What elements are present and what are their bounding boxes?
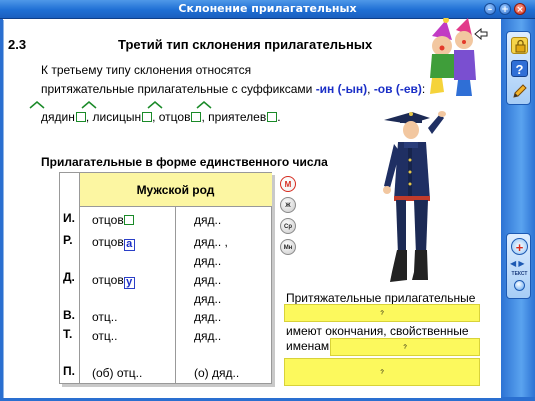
- answer-box-2[interactable]: ?: [330, 338, 480, 356]
- comma: ,: [201, 110, 205, 124]
- ending-box: [142, 112, 153, 122]
- word-stem: отцов: [92, 213, 124, 227]
- table-cell: дяд.. ,: [194, 235, 228, 249]
- page-title: Третий тип склонения прилагательных: [118, 37, 373, 52]
- nav-arrows-icon[interactable]: ◀ ▶: [510, 259, 525, 268]
- text-mode-button[interactable]: [514, 280, 525, 291]
- table-cell: дяд..: [194, 254, 222, 268]
- comma: ,: [152, 110, 156, 124]
- table-cell: дяд..: [194, 273, 222, 287]
- comma: ,: [85, 110, 90, 124]
- gender-button-neuter[interactable]: Ср: [280, 218, 296, 234]
- title-bar: Склонение прилагательных – + ×: [0, 0, 535, 19]
- window-title: Склонение прилагательных: [178, 2, 357, 15]
- gender-button-masculine[interactable]: М: [280, 176, 296, 192]
- ending-box: [267, 112, 278, 122]
- tool-panel-bottom: + ◀ ▶ ТЕКСТ: [506, 233, 531, 299]
- table-cell: отц..: [92, 310, 118, 324]
- right-panel-line-2: имеют окончания, свойственные: [286, 324, 469, 338]
- lock-icon[interactable]: [511, 37, 528, 54]
- example-word: дядин: [29, 101, 75, 124]
- table-cell: дяд..: [194, 292, 222, 306]
- right-toolbar: ? + ◀ ▶ ТЕКСТ: [501, 19, 535, 397]
- text-mode-label: ТЕКСТ: [511, 271, 528, 277]
- period: .: [277, 110, 281, 124]
- subheading: Прилагательные в форме единственного чис…: [41, 155, 328, 169]
- case-label: И.: [63, 211, 75, 225]
- case-label: В.: [63, 308, 75, 322]
- minimize-button[interactable]: –: [484, 3, 496, 15]
- tool-panel-top: ?: [506, 31, 531, 105]
- table-cell: (о) дяд..: [194, 366, 240, 380]
- example-word: лисицын: [81, 101, 142, 124]
- example-word: отцов: [147, 101, 191, 124]
- ending-box: [75, 112, 86, 122]
- help-icon[interactable]: ?: [511, 60, 528, 77]
- examples-line: дядин, лисицын, отцов, приятелев.: [29, 101, 281, 124]
- intro-text: притяжательные прилагательные с суффикса…: [41, 82, 316, 96]
- ending-box: [191, 112, 202, 122]
- suffix-in: -ин (-ын): [315, 82, 368, 96]
- suffix-mark-icon: [81, 101, 97, 109]
- maximize-button[interactable]: +: [499, 3, 511, 15]
- table-cell: отц..: [92, 329, 118, 343]
- word-stem: отцов: [92, 273, 124, 287]
- gender-button-feminine[interactable]: Ж: [280, 197, 296, 213]
- answer-box-1[interactable]: ?: [284, 304, 480, 322]
- close-button[interactable]: ×: [514, 3, 526, 15]
- ending-box[interactable]: [123, 215, 134, 225]
- gender-button-plural[interactable]: Мн: [280, 239, 296, 255]
- table-divider: [175, 207, 176, 383]
- case-label: Т.: [63, 327, 73, 341]
- intro-line-1: К третьему типу склонения относятся: [41, 63, 252, 77]
- section-number: 2.3: [8, 37, 27, 52]
- suffix-ov: -ов (-ев): [373, 82, 422, 96]
- case-label: Р.: [63, 233, 73, 247]
- right-panel-line-3: именам: [286, 339, 330, 353]
- suffix-mark-icon: [196, 101, 212, 109]
- suffix-mark-icon: [147, 101, 163, 109]
- ending-answer[interactable]: у: [123, 277, 135, 289]
- soldier-illustration: [383, 111, 446, 282]
- table-cell: дяд..: [194, 213, 222, 227]
- example-otsov: отцов: [158, 110, 191, 124]
- table-cell: дяд..: [194, 310, 222, 324]
- pencil-icon[interactable]: [511, 83, 528, 100]
- table-divider: [79, 173, 80, 383]
- example-priyatelev: приятелев: [208, 110, 267, 124]
- declension-table: Мужской род: [59, 172, 272, 384]
- case-label: П.: [63, 364, 75, 378]
- answer-box-3[interactable]: ?: [284, 358, 480, 386]
- table-cell: отцов: [92, 213, 134, 227]
- table-cell: отцов а: [92, 235, 135, 251]
- table-cell: отцов у: [92, 273, 135, 289]
- suffix-separator: ,: [367, 82, 374, 96]
- table-header: Мужской род: [79, 173, 272, 207]
- right-panel-line-1: Притяжательные прилагательные: [286, 291, 476, 305]
- example-dyadin: дядин: [41, 110, 75, 124]
- example-word: приятелев: [196, 101, 267, 124]
- example-lisitsyn: лисицын: [92, 110, 142, 124]
- ending-answer[interactable]: а: [123, 239, 135, 251]
- table-cell: (об) отц..: [92, 366, 143, 380]
- suffix-mark-icon: [29, 101, 45, 109]
- intro-line-2: притяжательные прилагательные с суффикса…: [41, 82, 425, 96]
- case-label: Д.: [63, 270, 75, 284]
- word-stem: отцов: [92, 235, 124, 249]
- table-cell: дяд..: [194, 329, 222, 343]
- zoom-in-button[interactable]: +: [511, 238, 528, 255]
- clowns-illustration: [430, 18, 476, 96]
